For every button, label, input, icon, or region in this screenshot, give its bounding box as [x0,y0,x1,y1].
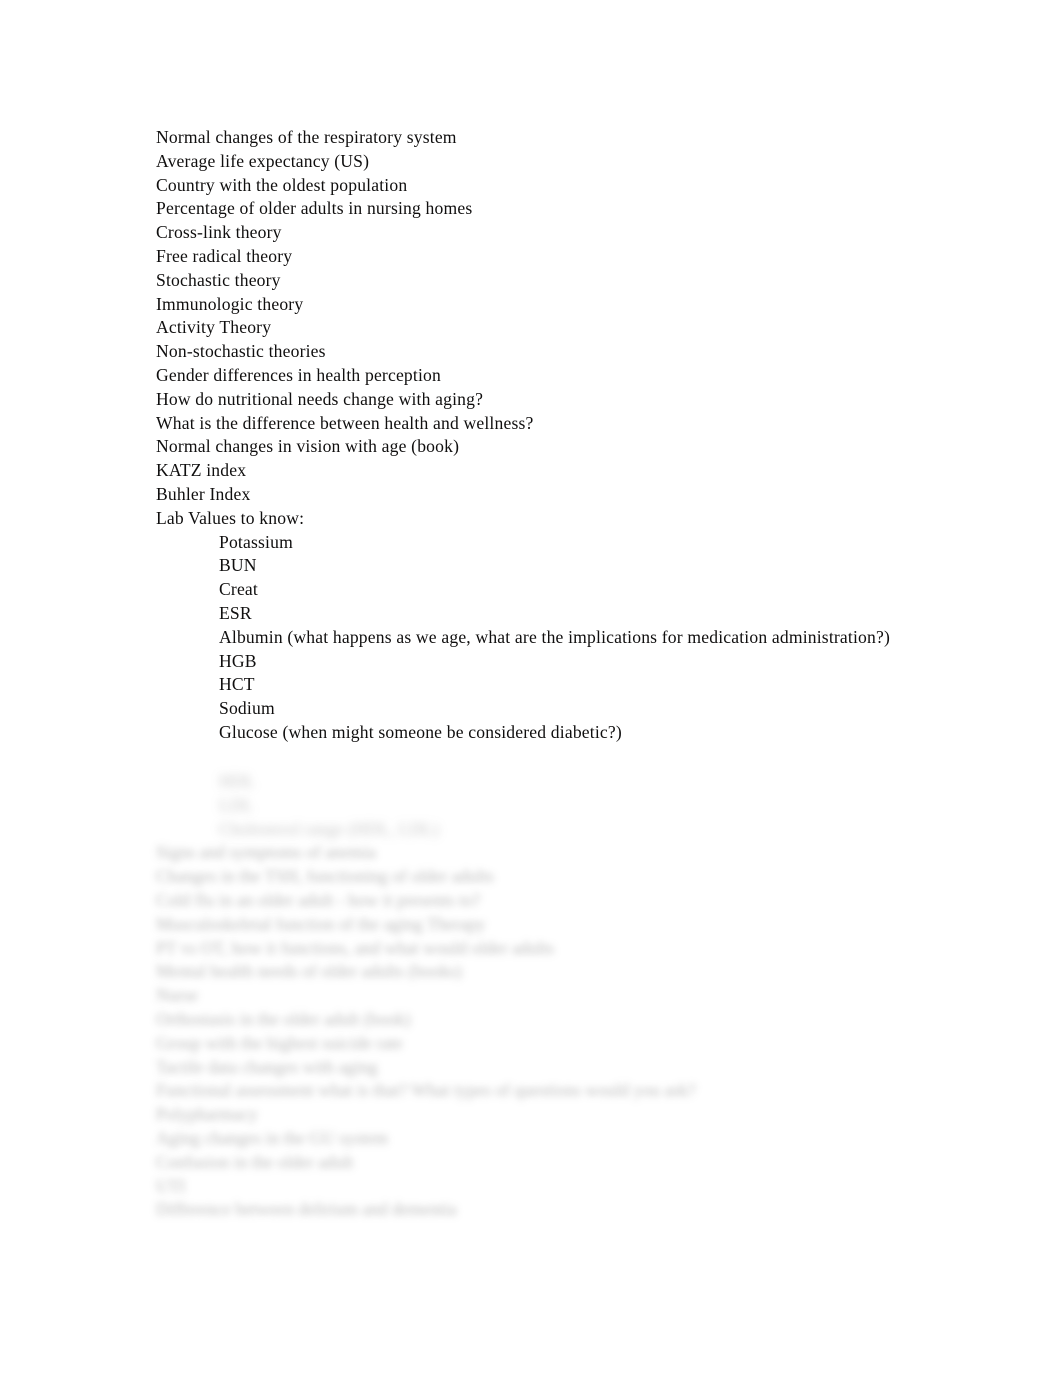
obscured-line: Functional assessment what is that? What… [156,1080,696,1101]
obscured-line: Changes in the TSH, functioning of older… [156,866,494,887]
obscured-line: Orthostasis in the older adult (book) [156,1008,411,1029]
obscured-line: Polypharmacy [156,1104,258,1125]
document-line: Immunologic theory [156,293,304,314]
lab-value-item: Creat [219,579,258,600]
lab-value-item: Sodium [219,698,275,719]
document-line: Buhler Index [156,483,251,504]
document-line: Normal changes in vision with age (book) [156,436,460,457]
document-body: Normal changes of the respiratory system… [156,126,916,745]
document-line: Free radical theory [156,245,293,266]
obscured-line: HDL [219,771,256,791]
obscured-line: UTI [156,1175,186,1196]
lab-value-item: ESR [219,602,252,623]
obscured-line: Difference between delirium and dementia [156,1199,457,1220]
obscured-line: Musculoskeletal function of the aging Th… [156,913,486,934]
document-line: KATZ index [156,460,247,481]
obscured-line: LDL [219,794,254,815]
lab-values-heading: Lab Values to know: [156,507,305,528]
document-line: Non-stochastic theories [156,341,326,362]
obscured-line: Tactile data changes with aging [156,1056,378,1077]
document-page: Normal changes of the respiratory system… [0,0,1062,1377]
obscured-preview-region: HDL LDL Cholesterol range (HDL, LDL) Sig… [156,770,936,1222]
obscured-line: Confusion in the older adult [156,1151,354,1172]
lab-value-item: Glucose (when might someone be considere… [219,721,622,742]
obscured-line: Mental health needs of older adults (boo… [156,961,462,982]
lab-value-item: BUN [219,555,257,576]
document-line: Stochastic theory [156,269,281,290]
document-line: Average life expectancy (US) [156,150,370,171]
obscured-line: Cold flu in an older adult - how it pres… [156,889,481,910]
obscured-line: Cholesterol range (HDL, LDL) [219,818,439,839]
document-line: Gender differences in health perception [156,364,441,385]
obscured-line: Signs and symptoms of anemia [156,842,376,863]
obscured-line: PT vs OT, how it functions, and what wou… [156,937,555,958]
document-line: Activity Theory [156,317,272,338]
obscured-line: Group with the highest suicide rate [156,1032,403,1053]
lab-value-item: HCT [219,674,255,695]
obscured-line: Nurse [156,985,199,1006]
document-line: How do nutritional needs change with agi… [156,388,484,409]
lab-value-item: Albumin (what happens as we age, what ar… [219,626,891,647]
document-line: What is the difference between health an… [156,412,534,433]
document-line: Percentage of older adults in nursing ho… [156,198,473,219]
document-line: Cross-link theory [156,222,282,243]
document-line: Normal changes of the respiratory system [156,127,457,147]
obscured-line: Aging changes in the GU system [156,1127,389,1148]
lab-value-item: HGB [219,650,257,671]
document-line: Country with the oldest population [156,174,408,195]
lab-value-item: Potassium [219,531,293,552]
